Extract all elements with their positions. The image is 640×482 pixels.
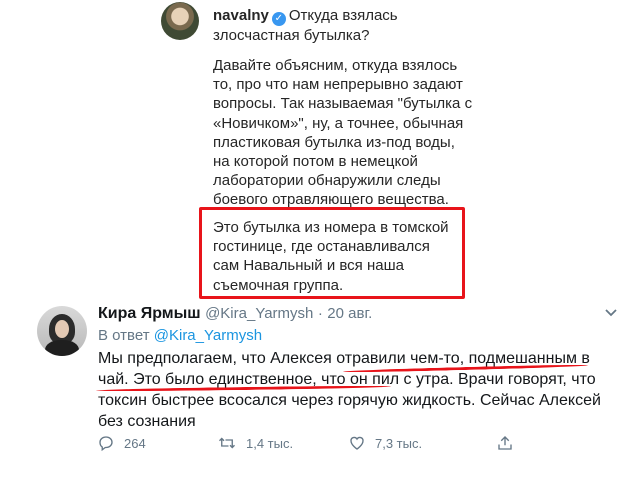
navalny-avatar[interactable] (161, 2, 199, 40)
post-username[interactable]: navalny (213, 7, 269, 24)
separator-dot: · (317, 305, 323, 322)
post-title-line2: злосчастная бутылка? (213, 27, 370, 44)
share-action[interactable] (496, 433, 514, 453)
reply-context: В ответ @Kira_Yarmysh (98, 327, 262, 344)
heart-icon (350, 436, 364, 450)
reply-icon (99, 436, 113, 452)
post-body: Давайте объясним, откуда взялось то, про… (213, 57, 473, 209)
verified-badge-icon: ✓ (271, 12, 286, 26)
retweet-icon (219, 437, 235, 449)
reply-action[interactable]: 264 (97, 433, 146, 453)
tweet-header: Кира Ярмыш @Kira_Yarmysh · 20 авг. (98, 304, 372, 324)
tweet-author-name[interactable]: Кира Ярмыш (98, 305, 201, 322)
tweet-author-handle[interactable]: @Kira_Yarmysh (205, 305, 313, 322)
like-count: 7,3 тыс. (375, 435, 423, 451)
reply-to-link[interactable]: @Kira_Yarmysh (154, 327, 262, 344)
chevron-down-icon[interactable] (603, 304, 619, 320)
reply-prefix: В ответ (98, 327, 150, 344)
post-title-line1: Откуда взялась (288, 7, 398, 24)
retweet-count: 1,4 тыс. (246, 435, 294, 451)
like-action[interactable]: 7,3 тыс. (348, 433, 422, 453)
kira-avatar[interactable] (37, 306, 87, 356)
retweet-action[interactable]: 1,4 тыс. (217, 433, 293, 453)
reply-count: 264 (124, 435, 146, 451)
post-header: navalny ✓ Откуда взялась злосчастная бутыл… (213, 6, 398, 46)
share-icon (498, 436, 512, 450)
tweet-date[interactable]: 20 авг. (327, 305, 372, 322)
post-quote: Это бутылка из номера в томской гостиниц… (213, 219, 449, 294)
